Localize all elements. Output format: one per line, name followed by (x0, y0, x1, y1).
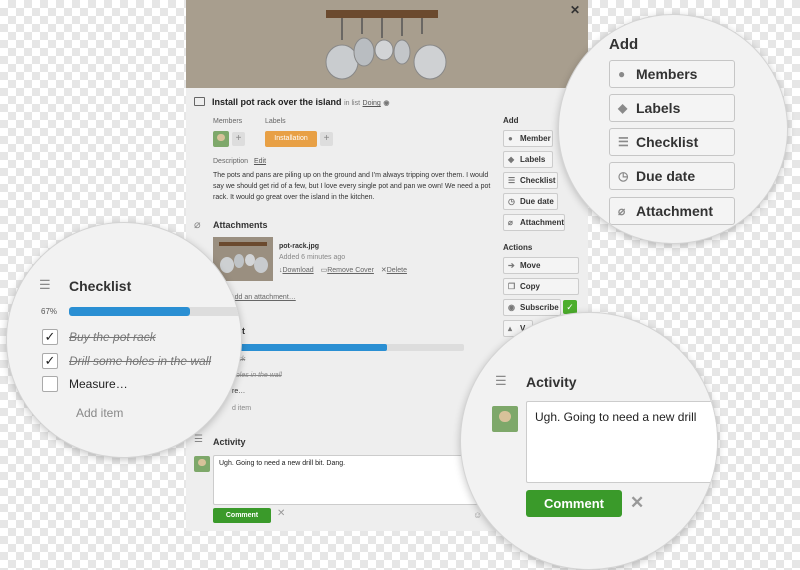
card-cover-image (186, 0, 588, 88)
attachment-added-time: Added 6 minutes ago (279, 254, 346, 261)
add-member-plus-icon[interactable]: + (232, 132, 245, 146)
eye-icon: ◉ (383, 100, 390, 107)
arrow-right-icon: ➔ (508, 261, 515, 270)
checklist-item-1-text[interactable]: Buy the pot rack (69, 330, 156, 344)
zoom-add-panel: Add ● Members ◆ Labels ☰ Checklist ◷ Due dat… (558, 14, 788, 244)
checklist-item-2-partial[interactable]: holes in the wall (232, 372, 282, 379)
description-text: The pots and pans are piling up on the g… (213, 172, 491, 201)
checklist-item-3-text[interactable]: Measure… (69, 377, 128, 391)
add-item-partial[interactable]: d item (232, 405, 251, 412)
sidebar-add-heading: Add (503, 116, 519, 125)
sidebar-copy-button[interactable]: ❐ Copy (503, 278, 579, 295)
member-avatar[interactable] (213, 131, 229, 147)
remove-cover-link[interactable]: Remove Cover (327, 267, 374, 274)
checklist-item-2-text[interactable]: Drill some holes in the wall (69, 354, 211, 368)
zoom-progress-fill (69, 307, 190, 316)
card-icon (194, 97, 205, 106)
checklist-item-3-checkbox[interactable] (42, 376, 58, 392)
paperclip-icon: ⌀ (618, 204, 626, 218)
zoom-checklist-heading: Checklist (69, 278, 132, 294)
copy-icon: ❐ (508, 282, 516, 291)
pot-rack-photo (186, 0, 588, 88)
zoom-commenter-avatar (492, 406, 518, 432)
card-title[interactable]: Install pot rack over the island (212, 97, 342, 107)
cancel-comment-x-icon[interactable]: ✕ (277, 508, 285, 519)
description-heading: Description (213, 158, 249, 165)
add-label-plus-icon[interactable]: + (320, 132, 333, 146)
clock-icon: ◷ (508, 197, 515, 206)
members-heading: Members (213, 118, 243, 125)
delete-link[interactable]: Delete (387, 267, 407, 274)
person-icon: ● (508, 134, 513, 143)
zoom-activity-panel: ☰ Activity Ugh. Going to need a new dril… (460, 312, 718, 570)
activity-list-icon: ☰ (495, 373, 507, 388)
tag-icon: ◆ (618, 101, 628, 115)
checklist-icon: ☰ (618, 135, 629, 149)
attachment-filename[interactable]: pot-rack.jpg (279, 243, 319, 250)
comment-button[interactable]: Comment (213, 508, 271, 523)
sidebar-subscribe-button[interactable]: ◉ Subscribe (503, 299, 561, 316)
sidebar-member-button[interactable]: ● Member (503, 130, 553, 147)
checklist-progress-fill (232, 344, 388, 351)
checklist-percent: 67% (41, 307, 58, 316)
sidebar-move-button[interactable]: ➔ Move (503, 257, 579, 274)
zoom-checklist-panel: ☰ Checklist 67% ✓ Buy the pot rack ✓ Dri… (6, 222, 242, 458)
paperclip-icon: ⌀ (194, 219, 201, 231)
thumbs-up-icon: ▴ (508, 324, 513, 333)
zoom-comment-textarea[interactable]: Ugh. Going to need a new drill (526, 401, 717, 483)
checklist-item-2-checkbox[interactable]: ✓ (42, 353, 58, 369)
sidebar-labels-button[interactable]: ◆ Labels (503, 151, 553, 168)
labels-heading: Labels (265, 118, 286, 125)
zoom-labels-button[interactable]: ◆ Labels (609, 94, 735, 122)
zoom-due-date-button[interactable]: ◷ Due date (609, 162, 735, 190)
close-icon[interactable]: ✕ (570, 3, 580, 17)
checklist-icon: ☰ (508, 176, 516, 185)
sidebar-due-date-button[interactable]: ◷ Due date (503, 193, 558, 210)
zoom-progress-track (69, 307, 241, 316)
zoom-comment-button[interactable]: Comment (526, 490, 622, 517)
sidebar-checklist-button[interactable]: ☰ Checklist (503, 172, 558, 189)
activity-heading: Activity (213, 437, 246, 447)
zoom-members-button[interactable]: ● Members (609, 60, 735, 88)
person-icon: ● (618, 67, 626, 81)
checklist-item-1-checkbox[interactable]: ✓ (42, 329, 58, 345)
sidebar-attachment-button[interactable]: ⌀ Attachment (503, 214, 565, 231)
comment-textarea[interactable]: Ugh. Going to need a new drill bit. Dang… (213, 455, 485, 505)
add-item-link[interactable]: Add item (76, 406, 123, 420)
edit-description-link[interactable]: Edit (254, 158, 266, 165)
zoom-cancel-x-icon[interactable]: ✕ (630, 493, 644, 513)
eye-icon: ◉ (508, 303, 515, 312)
checklist-item-3-partial[interactable]: re… (232, 388, 245, 395)
paperclip-icon: ⌀ (508, 218, 513, 227)
commenter-avatar (194, 456, 210, 472)
checklist-progress-track (232, 344, 464, 351)
clock-icon: ◷ (618, 169, 629, 183)
list-prefix: in list (344, 100, 361, 107)
zoom-checklist-button[interactable]: ☰ Checklist (609, 128, 735, 156)
tag-icon: ◆ (508, 155, 515, 164)
zoom-add-heading: Add (609, 36, 639, 53)
zoom-attachment-button[interactable]: ⌀ Attachment (609, 197, 735, 225)
zoom-activity-heading: Activity (526, 374, 577, 390)
label-installation[interactable]: Installation (265, 131, 317, 147)
checklist-icon: ☰ (39, 277, 51, 292)
attachments-heading: Attachments (213, 220, 268, 230)
list-link[interactable]: Doing (363, 100, 381, 107)
activity-list-icon: ☰ (194, 434, 203, 445)
add-attachment-link[interactable]: Add an attachment… (230, 294, 296, 301)
download-link[interactable]: Download (283, 267, 314, 274)
sidebar-actions-heading: Actions (503, 243, 533, 252)
